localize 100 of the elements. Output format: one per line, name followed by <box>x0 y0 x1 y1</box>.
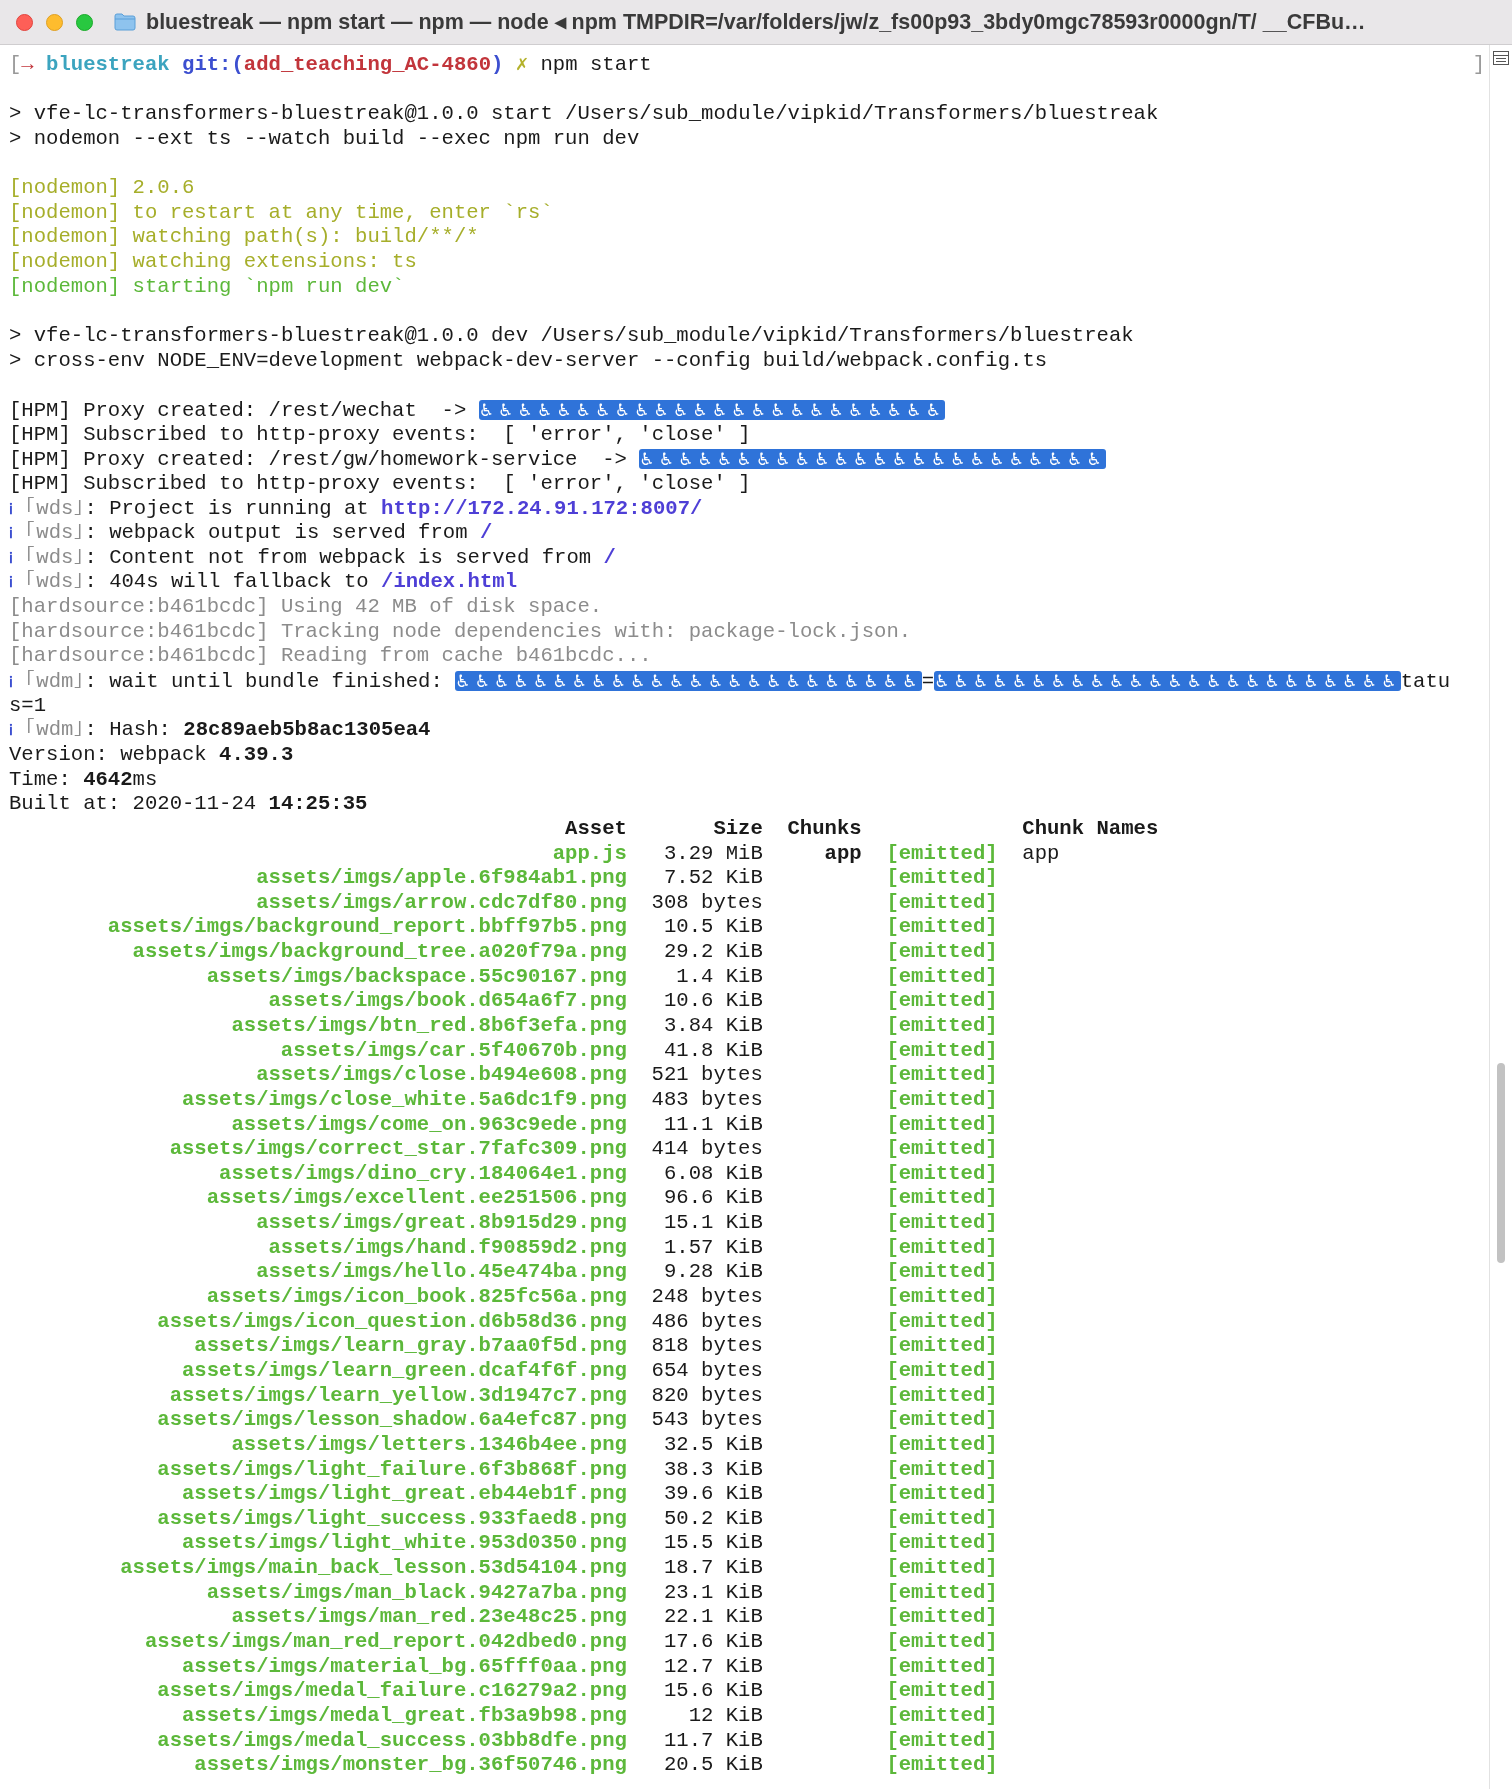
table-cell: 10.5 KiB <box>663 915 763 941</box>
table-cell: app <box>1022 841 1060 867</box>
table-cell: 11.7 KiB <box>663 1728 763 1754</box>
table-cell: assets/imgs/icon_book.825fc56a.png <box>206 1285 627 1310</box>
table-cell: 308 bytes <box>651 890 763 916</box>
table-cell: 3.84 KiB <box>663 1014 763 1039</box>
table-cell: [emitted] <box>886 989 998 1014</box>
table-cell: 9.28 KiB <box>663 1260 763 1286</box>
table-cell: 248 bytes <box>651 1285 763 1310</box>
table-cell: assets/imgs/background_report.bbff97b5.png <box>107 915 627 941</box>
table-cell: [emitted] <box>886 1260 998 1286</box>
table-cell: 414 bytes <box>651 1137 763 1162</box>
output-line: [hardsource:b461bcdc] Tracking node dependencies with: package-lock.json. <box>9 619 913 645</box>
table-cell: [emitted] <box>886 1703 998 1729</box>
output-line: Version: webpack 4.39.3 <box>9 742 295 768</box>
table-cell: 1.4 KiB <box>676 964 763 990</box>
table-cell: [emitted] <box>886 1334 998 1359</box>
zoom-button[interactable] <box>76 13 93 31</box>
table-cell: assets/imgs/car.5f40670b.png <box>280 1038 627 1064</box>
table-cell: assets/imgs/backspace.55c90167.png <box>206 964 627 990</box>
output-line: [nodemon] starting `npm run dev` <box>9 274 406 300</box>
close-button[interactable] <box>16 13 33 31</box>
table-cell: assets/imgs/apple.6f984ab1.png <box>256 866 627 891</box>
table-cell: [emitted] <box>886 1014 998 1039</box>
split-pane-icon[interactable] <box>1493 51 1509 65</box>
table-cell: app.js <box>552 841 627 867</box>
output-line: [nodemon] watching path(s): build/**/* <box>9 225 480 251</box>
table-cell: 6.08 KiB <box>663 1161 763 1187</box>
table-cell: 29.2 KiB <box>663 940 763 965</box>
table-cell: assets/imgs/man_black.9427a7ba.png <box>206 1580 627 1606</box>
table-cell: 1.57 KiB <box>663 1235 763 1261</box>
table-cell: [emitted] <box>886 1753 998 1778</box>
table-cell: [emitted] <box>886 1605 998 1630</box>
output-line: [HPM] Proxy created: /rest/gw/homework-service -> ♿♿♿♿♿♿♿♿♿♿♿♿♿♿♿♿♿♿♿♿♿♿♿♿ <box>9 447 1107 472</box>
output-line: [hardsource:b461bcdc] Reading from cache b461bcdc... <box>9 644 653 669</box>
table-cell: [emitted] <box>886 1432 998 1458</box>
table-cell: [emitted] <box>886 1654 998 1680</box>
minimize-button[interactable] <box>46 13 63 31</box>
table-cell: [emitted] <box>886 964 998 990</box>
table-cell: assets/imgs/letters.1346b4ee.png <box>231 1432 627 1458</box>
table-cell: assets/imgs/medal_success.03bb8dfe.png <box>157 1728 627 1754</box>
table-cell: 17.6 KiB <box>663 1630 763 1655</box>
column-header: Chunk Names <box>1022 816 1159 842</box>
output-line: ℹ ｢wds｣: webpack output is served from / <box>9 521 494 546</box>
table-cell: [emitted] <box>886 1457 998 1483</box>
table-cell: 820 bytes <box>651 1383 763 1409</box>
table-cell: 10.6 KiB <box>663 989 763 1014</box>
table-cell: 15.1 KiB <box>663 1211 763 1236</box>
output-line: ℹ ｢wds｣: 404s will fallback to /index.html <box>9 570 518 596</box>
table-cell: [emitted] <box>886 841 998 867</box>
output-line: > nodemon --ext ts --watch build --exec npm run dev <box>9 126 641 152</box>
table-cell: [emitted] <box>886 915 998 941</box>
table-cell: [emitted] <box>886 1235 998 1261</box>
column-header: Asset <box>565 816 627 842</box>
table-cell: assets/imgs/close_white.5a6dc1f9.png <box>182 1087 627 1113</box>
table-cell: assets/imgs/light_success.933faed8.png <box>157 1506 627 1532</box>
table-cell: assets/imgs/main_back_lesson.53d54104.png <box>120 1556 627 1581</box>
output-line: > vfe-lc-transformers-bluestreak@1.0.0 dev /Users/sub_module/vipkid/Transformers/bluestreak <box>9 324 1135 349</box>
table-cell: 41.8 KiB <box>663 1038 763 1064</box>
table-cell: app <box>824 841 862 867</box>
table-cell: assets/imgs/great.8b915d29.png <box>256 1211 627 1236</box>
table-cell: [emitted] <box>886 1556 998 1581</box>
table-cell: [emitted] <box>886 1211 998 1236</box>
table-cell: 483 bytes <box>651 1087 763 1113</box>
output-line: Built at: 2020-11-24 14:25:35 <box>9 792 369 817</box>
table-cell: assets/imgs/light_great.eb44eb1f.png <box>182 1482 627 1507</box>
table-cell: assets/imgs/arrow.cdc7df80.png <box>256 890 627 916</box>
table-cell: assets/imgs/medal_great.fb3a9b98.png <box>182 1703 627 1729</box>
table-cell: [emitted] <box>886 940 998 965</box>
table-cell: 22.1 KiB <box>663 1605 763 1630</box>
table-cell: assets/imgs/dino_cry.184064e1.png <box>219 1161 627 1187</box>
table-cell: assets/imgs/learn_gray.b7aa0f5d.png <box>194 1334 627 1359</box>
table-cell: [emitted] <box>886 1728 998 1754</box>
table-cell: 15.6 KiB <box>663 1679 763 1704</box>
table-cell: 3.29 MiB <box>663 841 763 867</box>
table-cell: 486 bytes <box>651 1309 763 1335</box>
table-cell: [emitted] <box>886 1087 998 1113</box>
table-cell: [emitted] <box>886 1137 998 1162</box>
table-cell: 50.2 KiB <box>663 1506 763 1532</box>
table-cell: assets/imgs/man_red.23e48c25.png <box>231 1605 627 1630</box>
table-cell: assets/imgs/hello.45e474ba.png <box>256 1260 627 1286</box>
table-cell: [emitted] <box>886 1063 998 1088</box>
table-cell: [emitted] <box>886 1580 998 1606</box>
output-line: [nodemon] 2.0.6 <box>9 176 196 201</box>
output-line: s=1 <box>9 693 48 718</box>
table-cell: assets/imgs/monster_bg.36f50746.png <box>194 1753 627 1778</box>
table-cell: assets/imgs/medal_failure.c16279a2.png <box>157 1679 627 1704</box>
table-cell: 38.3 KiB <box>663 1457 763 1483</box>
table-cell: assets/imgs/correct_star.7fafc309.png <box>169 1137 627 1162</box>
output-line: [HPM] Subscribed to http-proxy events: [ 'error', 'close' ] <box>9 471 752 497</box>
output-line: [HPM] Subscribed to http-proxy events: [ 'error', 'close' ] <box>9 422 752 448</box>
table-cell: 521 bytes <box>651 1063 763 1088</box>
output-line: [nodemon] to restart at any time, enter `rs` <box>9 200 554 226</box>
output-line: ℹ ｢wds｣: Content not from webpack is served from / <box>9 545 617 570</box>
table-cell: 20.5 KiB <box>663 1753 763 1778</box>
table-cell: assets/imgs/close.b494e608.png <box>256 1063 627 1088</box>
table-cell: 11.1 KiB <box>663 1112 763 1138</box>
table-cell: [emitted] <box>886 1358 998 1384</box>
output-line: > cross-env NODE_ENV=development webpack-dev-server --config build/webpack.config.ts <box>9 348 1049 374</box>
table-cell: assets/imgs/lesson_shadow.6a4efc87.png <box>157 1408 627 1433</box>
